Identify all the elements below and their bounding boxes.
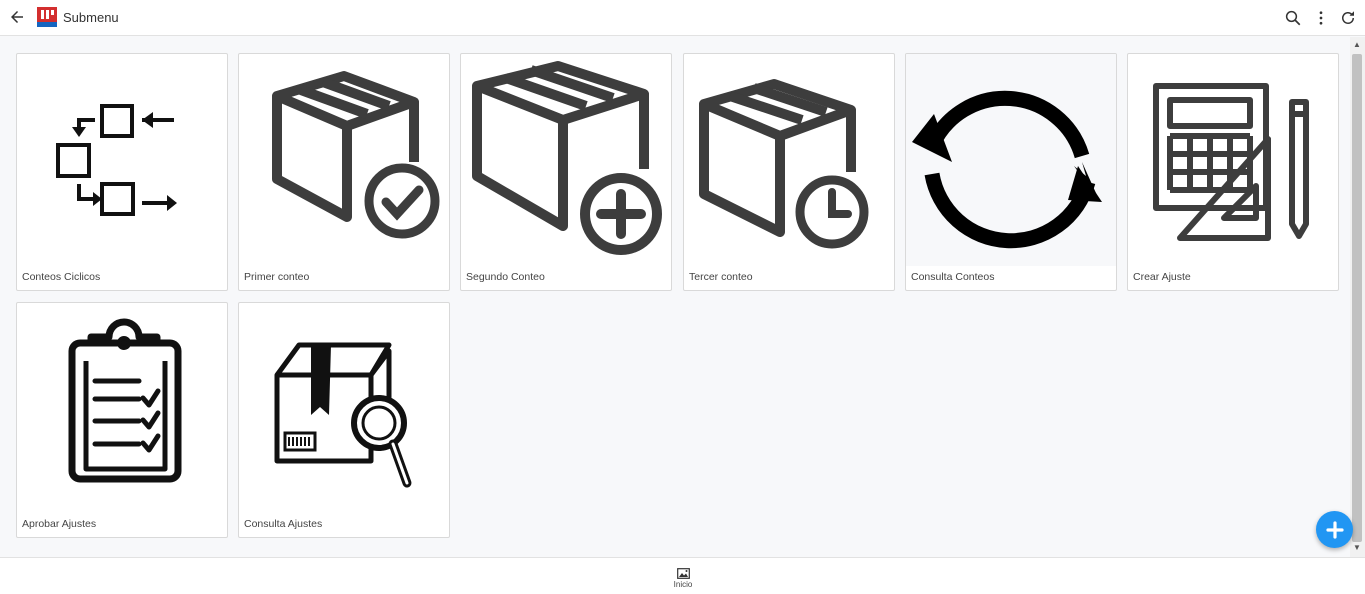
card-label: Segundo Conteo: [466, 271, 545, 283]
box-search-icon: [239, 303, 449, 513]
scrollbar-thumb[interactable]: [1352, 54, 1362, 542]
card-label: Crear Ajuste: [1133, 271, 1191, 283]
box-clock-icon: [684, 54, 894, 264]
card-label: Aprobar Ajustes: [22, 518, 97, 530]
box-plus-icon: [461, 54, 671, 264]
arrow-left-icon[interactable]: [8, 8, 26, 26]
card-label: Consulta Conteos: [911, 271, 995, 283]
card-consulta-ajustes[interactable]: Consulta Ajustes: [238, 302, 450, 538]
card-label: Primer conteo: [244, 271, 310, 283]
card-conteos-ciclicos[interactable]: Conteos Ciclicos: [16, 53, 228, 291]
card-label: Tercer conteo: [689, 271, 753, 283]
bottom-navigation: Inicio: [0, 557, 1365, 594]
sync-arrows-icon: [906, 54, 1116, 266]
refresh-icon[interactable]: [1339, 9, 1357, 27]
nav-inicio[interactable]: Inicio: [665, 564, 701, 592]
more-vert-icon[interactable]: [1312, 9, 1330, 27]
card-aprobar-ajustes[interactable]: Aprobar Ajustes: [16, 302, 228, 538]
add-fab-button[interactable]: [1316, 511, 1353, 548]
card-label: Consulta Ajustes: [244, 518, 323, 530]
image-icon: [676, 568, 690, 579]
card-consulta-conteos[interactable]: Consulta Conteos: [905, 53, 1117, 291]
app-logo: [37, 7, 57, 27]
card-crear-ajuste[interactable]: Crear Ajuste: [1127, 53, 1339, 291]
search-icon[interactable]: [1284, 9, 1302, 27]
top-app-bar: Submenu: [0, 0, 1365, 36]
clipboard-checklist-icon: [17, 303, 227, 513]
nav-label: Inicio: [673, 580, 693, 589]
box-check-icon: [239, 54, 449, 264]
page-title: Submenu: [63, 10, 119, 25]
cycle-flow-icon: [17, 54, 227, 264]
plus-icon: [1325, 520, 1344, 539]
card-segundo-conteo[interactable]: Segundo Conteo: [460, 53, 672, 291]
calculator-ruler-icon: [1128, 54, 1338, 264]
card-label: Conteos Ciclicos: [22, 271, 101, 283]
scroll-down-icon[interactable]: ▼: [1352, 543, 1362, 553]
scroll-up-icon[interactable]: ▲: [1352, 40, 1362, 50]
card-primer-conteo[interactable]: Primer conteo: [238, 53, 450, 291]
card-tercer-conteo[interactable]: Tercer conteo: [683, 53, 895, 291]
